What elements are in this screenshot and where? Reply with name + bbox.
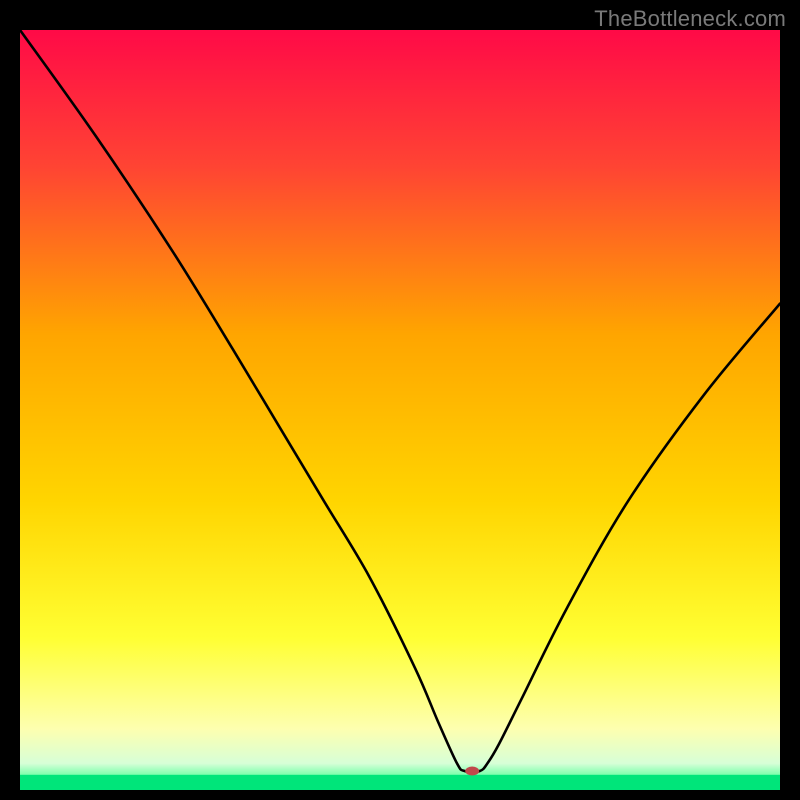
floor-band xyxy=(20,775,780,790)
watermark-text: TheBottleneck.com xyxy=(594,6,786,32)
optimal-marker xyxy=(465,767,479,776)
chart-frame: TheBottleneck.com xyxy=(0,0,800,800)
background-gradient xyxy=(20,30,780,790)
chart-svg xyxy=(20,30,780,790)
plot-area xyxy=(20,30,780,790)
